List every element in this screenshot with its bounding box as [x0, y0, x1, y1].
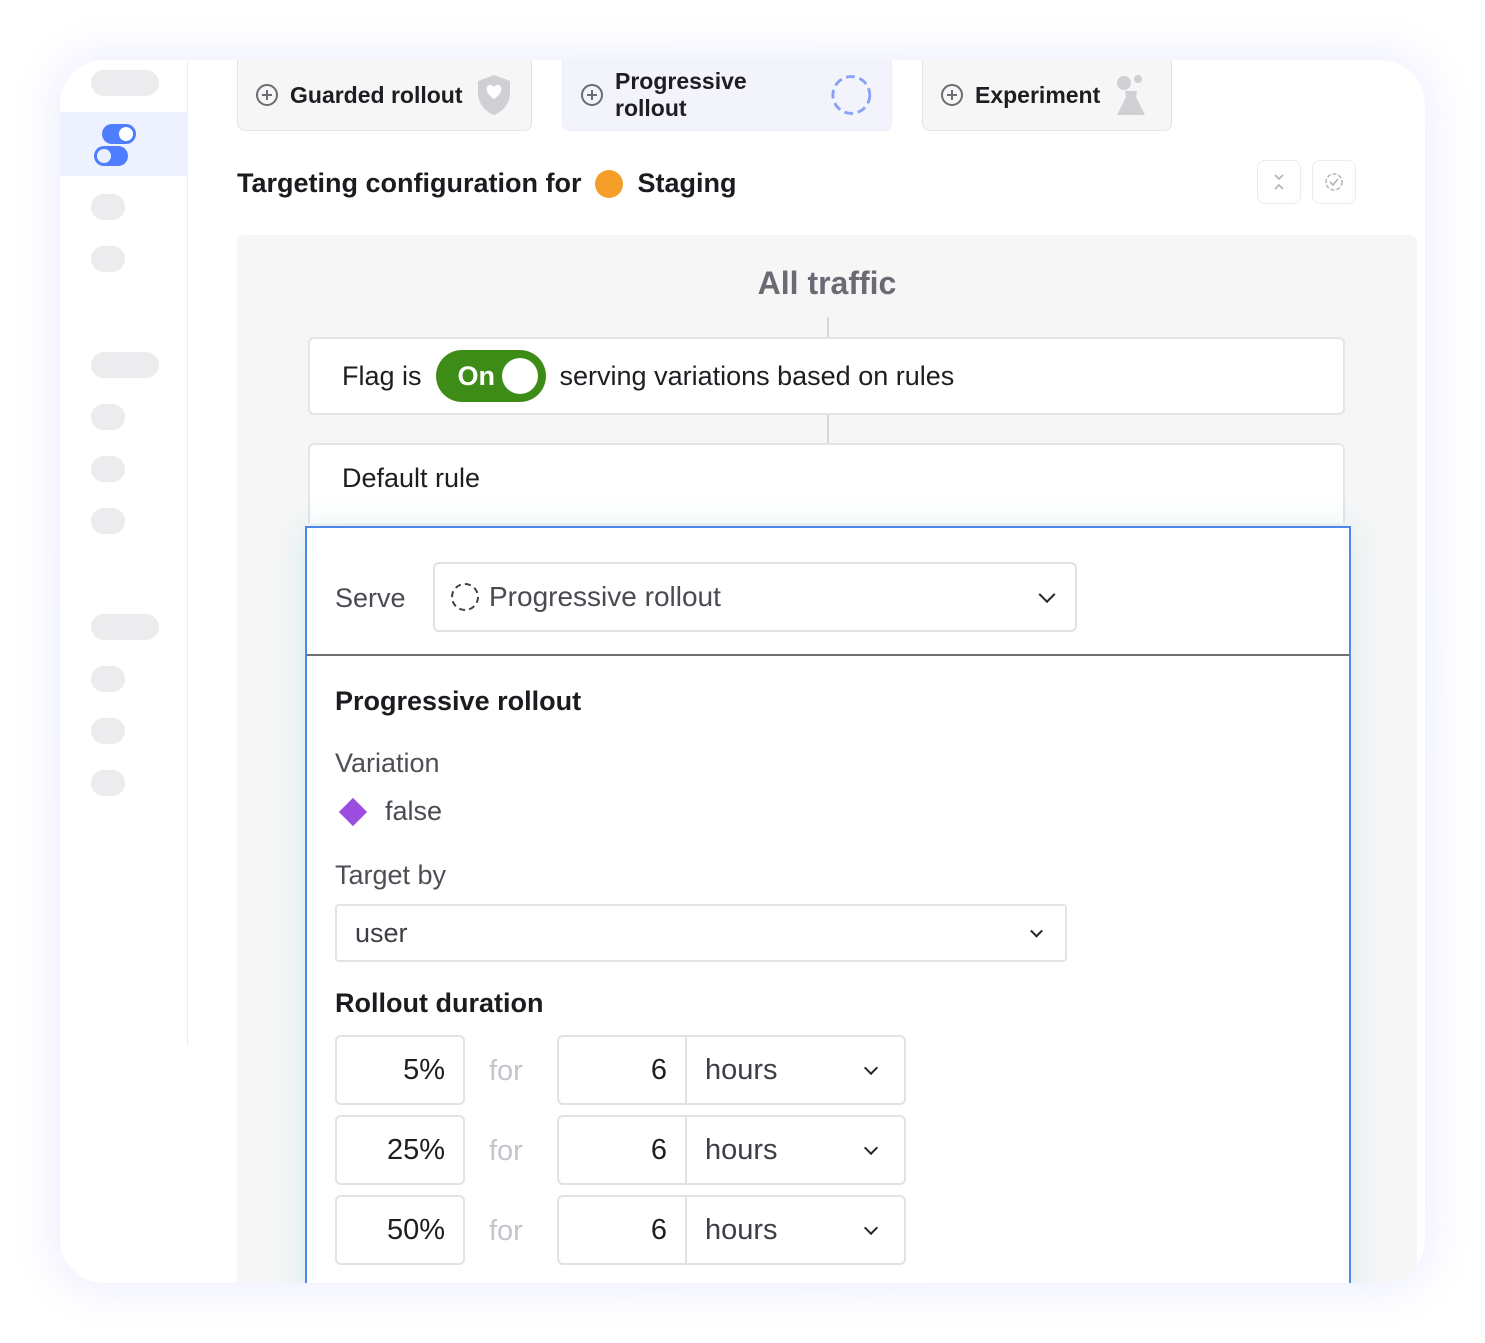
tab-label: Guarded rollout: [290, 81, 463, 108]
connector-line: [827, 415, 829, 443]
duration-unit-select[interactable]: hours: [705, 1214, 778, 1247]
sidebar-item[interactable]: [91, 770, 125, 796]
percent-input[interactable]: 25%: [335, 1115, 465, 1185]
sidebar-item[interactable]: [91, 404, 125, 430]
chevron-down-icon[interactable]: [863, 1140, 879, 1156]
default-rule-header: Default rule: [308, 443, 1345, 523]
target-by-label: Target by: [335, 860, 447, 890]
flag-status-box: Flag is On serving variations based on r…: [308, 337, 1345, 415]
target-by-value: user: [355, 917, 408, 948]
serve-value: Progressive rollout: [489, 581, 721, 612]
serve-select[interactable]: Progressive rollout: [433, 562, 1077, 632]
for-label: for: [489, 1055, 523, 1087]
experiment-icon: [1117, 75, 1146, 115]
environment-color-dot: [595, 169, 624, 198]
tab-experiment[interactable]: Experiment: [922, 60, 1172, 131]
dashed-circle-icon: [831, 75, 872, 115]
flag-prefix: Flag is: [342, 360, 422, 391]
duration-amount-input[interactable]: 6: [559, 1117, 687, 1183]
default-rule-label: Default rule: [342, 463, 481, 493]
progressive-rollout-icon: [451, 583, 479, 611]
rollout-step-row: 25% for 6 hours: [335, 1115, 907, 1185]
rollout-step-row: 50% for 6 hours: [335, 1195, 907, 1265]
all-traffic-title: All traffic: [757, 265, 897, 301]
duration-unit-select[interactable]: hours: [705, 1134, 778, 1167]
sidebar-item[interactable]: [91, 718, 125, 744]
rollout-duration-title: Rollout duration: [335, 988, 544, 1018]
duration-input-group: 6 hours: [557, 1115, 906, 1185]
percent-input[interactable]: 50%: [335, 1195, 465, 1265]
percent-input[interactable]: 5%: [335, 1035, 465, 1105]
tab-label: Progressive rollout: [615, 68, 747, 121]
serve-row: Serve Progressive rollout: [307, 528, 1349, 656]
collapse-button[interactable]: [1257, 160, 1301, 204]
target-by-select[interactable]: user: [335, 904, 1067, 962]
toggle-knob: [501, 358, 538, 394]
review-button[interactable]: [1312, 160, 1356, 204]
sidebar-item[interactable]: [91, 246, 125, 272]
sidebar-item[interactable]: [91, 194, 125, 220]
page-title: Targeting configuration for: [237, 168, 582, 198]
shield-icon: [477, 75, 510, 115]
collapse-icon: [1274, 174, 1284, 190]
sidebar-item[interactable]: [91, 456, 125, 482]
duration-amount-input[interactable]: 6: [559, 1197, 687, 1263]
flag-on-toggle[interactable]: On: [435, 350, 546, 402]
section-title: Progressive rollout: [335, 686, 582, 716]
tab-label: Experiment: [975, 81, 1101, 108]
add-icon: [581, 84, 603, 106]
variation-text: false: [385, 796, 443, 826]
tab-progressive-rollout[interactable]: Progressive rollout: [562, 60, 892, 131]
toggle-flags-icon[interactable]: [94, 124, 138, 168]
duration-amount-input[interactable]: 6: [559, 1037, 687, 1103]
chevron-down-icon[interactable]: [863, 1060, 879, 1076]
variation-label: Variation: [335, 748, 440, 778]
sidebar-section-placeholder: [91, 614, 159, 640]
sidebar: [60, 60, 188, 1045]
add-icon: [941, 84, 963, 106]
flag-suffix: serving variations based on rules: [559, 360, 955, 391]
connector-line: [827, 317, 829, 337]
sidebar-item[interactable]: [91, 508, 125, 534]
environment-name: Staging: [637, 168, 737, 198]
sidebar-placeholder: [91, 70, 159, 96]
variation-diamond-icon: [338, 797, 368, 826]
duration-input-group: 6 hours: [557, 1195, 906, 1265]
app-window: Guarded rollout Progressive rollout Expe…: [60, 60, 1425, 1283]
sidebar-section-placeholder: [91, 352, 159, 378]
check-circle-icon: [1325, 173, 1343, 191]
tab-guarded-rollout[interactable]: Guarded rollout: [237, 60, 532, 131]
serve-label: Serve: [335, 583, 406, 613]
chevron-down-icon: [1038, 586, 1056, 604]
chevron-down-icon: [1030, 924, 1043, 938]
for-label: for: [489, 1215, 523, 1247]
duration-input-group: 6 hours: [557, 1035, 906, 1105]
chevron-down-icon[interactable]: [863, 1220, 879, 1236]
targeting-heading: Targeting configuration for Staging: [237, 168, 736, 199]
toggle-label: On: [457, 360, 496, 391]
rule-editor: Serve Progressive rollout Progressive ro…: [305, 526, 1351, 1283]
for-label: for: [489, 1135, 523, 1167]
duration-unit-select[interactable]: hours: [705, 1054, 778, 1087]
add-icon: [256, 84, 278, 106]
rollout-step-row: 5% for 6 hours: [335, 1035, 907, 1105]
sidebar-item[interactable]: [91, 666, 125, 692]
variation-value: false: [338, 796, 443, 827]
